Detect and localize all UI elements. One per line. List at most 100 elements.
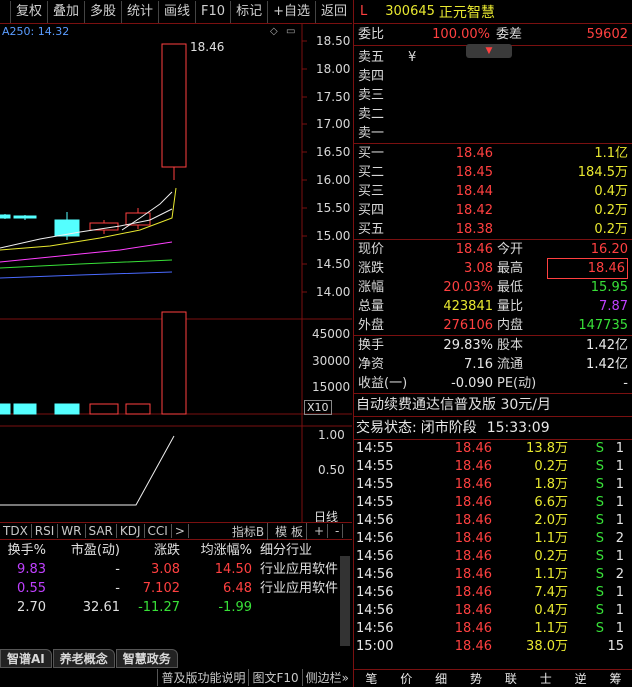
table-cell-avg: -1.99 <box>218 600 252 615</box>
indicator-tab[interactable]: 模 板 <box>272 522 307 540</box>
tick-row: 14:56 18.46 1.1万 S 2 <box>356 530 630 548</box>
tick-side: S <box>595 513 604 528</box>
tick-row: 14:56 18.46 2.0万 S 1 <box>356 512 630 530</box>
candle <box>13 215 37 219</box>
nav-tab[interactable]: 细 <box>435 670 447 687</box>
tick-volume: 13.8万 <box>526 441 568 456</box>
nav-tab[interactable]: 笔 <box>365 670 377 687</box>
table-cell-industry: 行业应用软件 <box>260 581 339 596</box>
price-axis-tick: 17.00 <box>316 117 351 131</box>
toolbar-button[interactable]: F10 <box>195 0 230 23</box>
tick-price: 18.46 <box>454 585 492 600</box>
fund-label: 净资 <box>358 357 385 372</box>
nav-tab[interactable]: 价 <box>400 670 412 687</box>
ad-banner[interactable]: 自动续费通达信普及版 30元/月 <box>354 394 632 416</box>
fund-value: 29.83% <box>443 338 493 353</box>
level-volume: 0.4万 <box>594 184 628 199</box>
volume-bar <box>13 403 37 415</box>
tick-price: 18.46 <box>454 603 492 618</box>
table-scrollbar[interactable] <box>340 556 350 646</box>
toolbar-button[interactable]: +自选 <box>267 0 315 23</box>
stat-row: 涨幅 20.03% 最低 15.95 <box>358 278 628 297</box>
toolbar-button[interactable]: 标记 <box>230 0 267 23</box>
table-row[interactable]: 9.83 - 3.08 14.50 行业应用软件 <box>0 560 340 579</box>
tick-price: 18.46 <box>454 477 492 492</box>
table-cell-turnover: 2.70 <box>17 600 46 615</box>
tick-volume: 6.6万 <box>534 495 568 510</box>
toolbar-button[interactable]: 画线 <box>158 0 195 23</box>
toolbar-button[interactable]: 多股 <box>83 0 121 23</box>
footer-link[interactable]: 侧边栏» <box>301 669 352 686</box>
toolbar-button[interactable]: 叠加 <box>46 0 84 23</box>
level-price: 18.45 <box>455 165 493 180</box>
tick-side: S <box>595 585 604 600</box>
tick-row: 14:55 18.46 13.8万 S 1 <box>356 440 630 458</box>
tick-count: 1 <box>615 459 624 474</box>
concept-tab[interactable]: 智慧政务 <box>115 648 178 668</box>
tick-side: S <box>595 531 604 546</box>
indicator-tab[interactable]: RSI <box>32 524 59 538</box>
candle <box>0 214 11 219</box>
column-header[interactable]: 涨跌 <box>120 541 180 560</box>
stat-value: 15.95 <box>590 280 628 295</box>
footer-link[interactable]: 普及版功能说明 <box>157 669 248 686</box>
volume-bar <box>161 311 187 415</box>
indicator-tab[interactable]: > <box>172 524 189 538</box>
nav-tab[interactable]: 逆 <box>575 670 587 687</box>
indicator-tab[interactable]: TDX <box>0 524 32 538</box>
tick-count: 1 <box>615 513 624 528</box>
stock-header: L 300645 正元智慧 <box>354 0 632 24</box>
stat-label: 涨幅 <box>358 280 385 295</box>
stat-label: 涨跌 <box>358 261 385 276</box>
indicator-tab[interactable]: SAR <box>86 524 117 538</box>
column-header[interactable]: 换手% <box>0 541 46 560</box>
tick-price: 18.46 <box>454 495 492 510</box>
sell-level: 卖三 <box>358 86 628 105</box>
tick-side <box>568 638 604 656</box>
indicator-tab[interactable]: WR <box>58 524 86 538</box>
tick-price: 18.46 <box>454 513 492 528</box>
toolbar-button[interactable]: 返回 <box>314 0 352 23</box>
trade-status-row: 交易状态: 闭市阶段 15:33:09 <box>354 417 632 439</box>
level-label: 买一 <box>358 146 385 161</box>
nav-tab[interactable]: 联 <box>505 670 517 687</box>
level-volume: 184.5万 <box>577 165 628 180</box>
table-row[interactable]: 0.55 - 7.102 6.48 行业应用软件 <box>0 579 340 598</box>
column-header[interactable]: 细分行业 <box>252 541 340 560</box>
tick-time: 14:55 <box>356 495 394 510</box>
column-header[interactable]: 均涨幅% <box>180 541 252 560</box>
tick-side: S <box>595 603 604 618</box>
toolbar-button[interactable]: 复权 <box>9 0 47 23</box>
concept-tab[interactable]: 养老概念 <box>52 648 115 668</box>
nav-tab[interactable]: 士 <box>540 670 552 687</box>
indicator-tab[interactable]: CCI <box>145 524 172 538</box>
price-axis-tick: 18.50 <box>316 34 351 48</box>
tick-row: 14:55 18.46 6.6万 S 1 <box>356 494 630 512</box>
column-header[interactable]: 市盈(动) <box>46 541 120 560</box>
indicator-tab[interactable]: + <box>311 524 329 538</box>
fundamentals: 换手 29.83% 股本 1.42亿 净资 7.16 流通 1.42亿 收益(一) -0.090 P… <box>354 336 632 393</box>
stat-label: 最高 <box>497 261 524 276</box>
sell-book: 卖五 ¥ 卖四 卖三 卖二 卖一 <box>354 48 632 143</box>
indicator-tab[interactable]: KDJ <box>117 524 145 538</box>
buy-level: 买四 18.42 0.2万 <box>358 201 628 220</box>
stat-label: 外盘 <box>358 318 385 333</box>
tick-count: 2 <box>615 567 624 582</box>
table-cell-pe: - <box>115 562 120 577</box>
indicator-tab[interactable]: 指标B <box>229 522 269 540</box>
vol-unit-label: X10 <box>304 400 332 415</box>
fund-row: 收益(一) -0.090 PE(动) - <box>358 374 628 393</box>
table-cell-pe: - <box>115 581 120 596</box>
fund-label: 股本 <box>497 338 524 353</box>
indicator-tab[interactable]: - <box>332 524 344 538</box>
nav-tab[interactable]: 势 <box>470 670 482 687</box>
footer-link[interactable]: 图文F10 <box>248 669 301 686</box>
toolbar-button[interactable]: 统计 <box>121 0 158 23</box>
status-time: 15:33:09 <box>486 420 550 436</box>
concept-tab[interactable]: 智谱AI <box>0 648 52 668</box>
candle <box>54 219 80 237</box>
level-label: 卖一 <box>358 126 385 141</box>
nav-tab[interactable]: 筹 <box>610 670 622 687</box>
collapse-button[interactable]: ▼ <box>466 44 512 58</box>
table-row[interactable]: 2.70 32.61 -11.27 -1.99 <box>0 598 340 617</box>
